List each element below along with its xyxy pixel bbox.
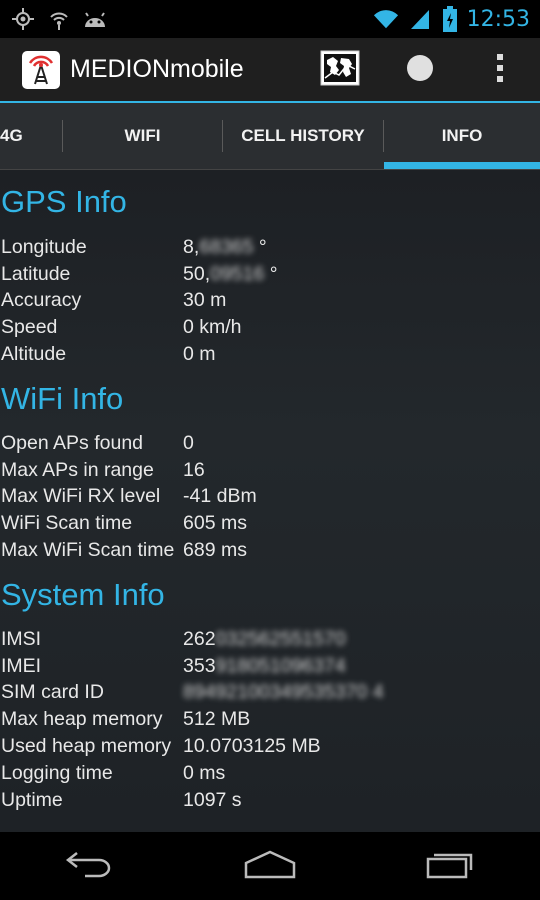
tab-label: CELL HISTORY <box>241 126 365 145</box>
system-nav-bar <box>0 832 540 900</box>
info-row: Max WiFi Scan time 689 ms <box>0 537 540 564</box>
row-value: 16 <box>183 458 205 481</box>
home-icon <box>243 849 297 883</box>
status-bar: 12:53 <box>0 0 540 38</box>
recent-apps-icon <box>425 849 475 883</box>
row-value: 0 <box>183 431 194 454</box>
info-row: Uptime 1097 s <box>0 787 540 814</box>
info-row: Used heap memory 10.0703125 MB <box>0 733 540 760</box>
info-row: WiFi Scan time 605 ms <box>0 510 540 537</box>
tab-info[interactable]: INFO <box>384 103 540 169</box>
gps-section-title: GPS Info <box>1 184 127 219</box>
gps-icon <box>10 6 36 32</box>
tab-strip: 4G WIFI CELL HISTORY INFO <box>0 103 540 170</box>
row-label: SIM card ID <box>1 681 104 704</box>
row-label: Logging time <box>1 761 113 784</box>
row-value: 8,68365 ° <box>183 235 267 258</box>
row-value: 0 ms <box>183 761 226 784</box>
tab-label: WIFI <box>124 126 161 145</box>
overflow-menu-button[interactable] <box>460 38 540 101</box>
redacted-value: 09516 <box>210 262 265 285</box>
record-icon <box>406 54 434 86</box>
info-row: Max APs in range 16 <box>0 457 540 484</box>
row-value: 89492100349535370 4 <box>183 681 384 704</box>
info-content[interactable]: GPS Info Longitude 8,68365 ° Latitude 50… <box>0 170 540 832</box>
overflow-menu-icon <box>496 53 504 87</box>
row-label: WiFi Scan time <box>1 512 133 535</box>
tab-4g[interactable]: 4G <box>0 103 62 169</box>
hotspot-icon <box>46 6 72 32</box>
info-row: Max WiFi RX level -41 dBm <box>0 484 540 511</box>
row-label: IMSI <box>1 627 42 650</box>
row-label: Uptime <box>1 788 63 811</box>
row-value: 10.0703125 MB <box>183 735 321 758</box>
battery-icon <box>441 6 459 32</box>
back-button[interactable] <box>45 836 135 896</box>
info-row: Altitude 0 m <box>0 341 540 368</box>
info-row: SIM card ID 89492100349535370 4 <box>0 680 540 707</box>
redacted-value: 918051096374 <box>215 654 346 677</box>
map-button[interactable] <box>300 38 380 101</box>
row-value: 1097 s <box>183 788 242 811</box>
info-row: Speed 0 km/h <box>0 314 540 341</box>
home-button[interactable] <box>225 836 315 896</box>
app-logo-icon[interactable] <box>22 50 60 89</box>
wifi-info-list: Open APs found 0 Max APs in range 16 Max… <box>0 430 540 564</box>
android-icon <box>82 6 108 32</box>
row-label: Max APs in range <box>1 458 154 481</box>
tab-selected-indicator <box>384 162 540 169</box>
row-label: Altitude <box>1 343 67 366</box>
wifi-section-title: WiFi Info <box>1 380 124 416</box>
row-value: -41 dBm <box>183 485 257 508</box>
info-row: Max heap memory 512 MB <box>0 706 540 733</box>
row-value: 353918051096374 <box>183 654 346 677</box>
row-label: Speed <box>1 316 58 339</box>
tab-label: 4G <box>0 126 23 145</box>
map-icon <box>320 50 360 90</box>
row-label: Max WiFi RX level <box>1 485 161 508</box>
tab-label: INFO <box>441 126 483 145</box>
row-label: Open APs found <box>1 431 144 454</box>
redacted-value: 68365 <box>199 235 254 258</box>
info-row: Accuracy 30 m <box>0 288 540 315</box>
row-value: 512 MB <box>183 708 251 731</box>
row-label: Longitude <box>1 235 87 258</box>
tab-cell-history[interactable]: CELL HISTORY <box>223 103 383 169</box>
row-label: Max heap memory <box>1 708 163 731</box>
status-time: 12:53 <box>466 6 530 32</box>
row-label: Max WiFi Scan time <box>1 539 175 562</box>
row-label: IMEI <box>1 654 42 677</box>
gps-info-list: Longitude 8,68365 ° Latitude 50,09516 ° … <box>0 234 540 368</box>
row-value: 605 ms <box>183 512 247 535</box>
redacted-value: 89492100349535370 4 <box>183 681 384 704</box>
row-value: 689 ms <box>183 539 247 562</box>
row-label: Used heap memory <box>1 735 172 758</box>
system-section-title: System Info <box>1 576 165 612</box>
row-value: 50,09516 ° <box>183 262 278 285</box>
action-bar: MEDIONmobile <box>0 38 540 101</box>
recent-apps-button[interactable] <box>405 836 495 896</box>
redacted-value: 032562551570 <box>215 627 346 650</box>
record-button[interactable] <box>380 38 460 101</box>
row-label: Accuracy <box>1 289 82 312</box>
row-value: 0 km/h <box>183 316 242 339</box>
row-label: Latitude <box>1 262 71 285</box>
row-value: 0 m <box>183 343 216 366</box>
info-row: Open APs found 0 <box>0 430 540 457</box>
tab-wifi[interactable]: WIFI <box>63 103 222 169</box>
info-row: Logging time 0 ms <box>0 760 540 787</box>
info-row: IMSI 262032562551570 <box>0 626 540 653</box>
system-info-list: IMSI 262032562551570 IMEI 35391805109637… <box>0 626 540 814</box>
row-value: 262032562551570 <box>183 627 346 650</box>
info-row: Latitude 50,09516 ° <box>0 261 540 288</box>
info-row: Longitude 8,68365 ° <box>0 234 540 261</box>
back-icon <box>65 849 115 883</box>
signal-icon <box>407 6 433 32</box>
info-row: IMEI 353918051096374 <box>0 653 540 680</box>
app-title: MEDIONmobile <box>70 55 244 83</box>
wifi-icon <box>373 6 399 32</box>
row-value: 30 m <box>183 289 227 312</box>
